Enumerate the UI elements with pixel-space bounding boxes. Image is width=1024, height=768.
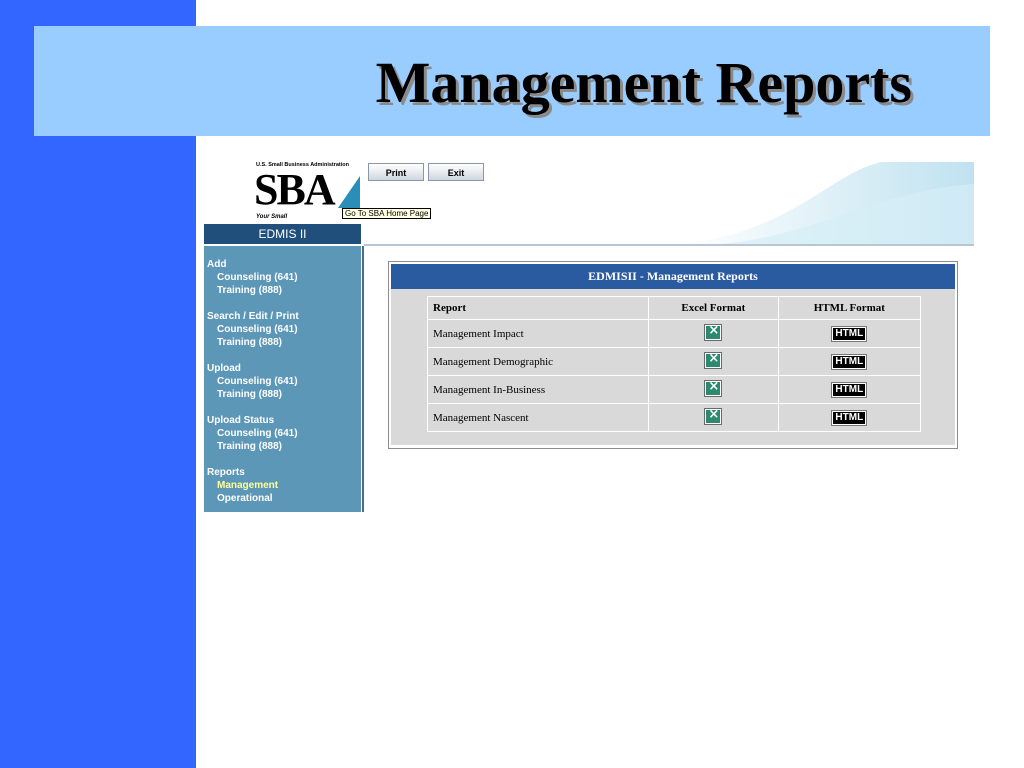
nav-group-upload: Upload Counseling (641) Training (888)	[207, 362, 299, 401]
nav-link-management[interactable]: Management	[207, 479, 299, 492]
slide-title: Management Reports	[375, 50, 912, 115]
header-excel: Excel Format	[648, 296, 779, 320]
nav-link-upload-counseling[interactable]: Counseling (641)	[207, 375, 299, 388]
report-name: Management Nascent	[427, 403, 649, 432]
table-row: Management Impact HTML	[427, 319, 922, 348]
header-swoosh-graphic	[682, 162, 974, 244]
reports-table: Report Excel Format HTML Format Manageme…	[427, 296, 922, 432]
management-reports-panel: EDMISII - Management Reports Report Exce…	[388, 261, 958, 449]
excel-icon[interactable]	[705, 351, 722, 368]
header-divider	[364, 244, 974, 246]
html-format-button[interactable]: HTML	[832, 354, 867, 369]
nav-divider	[362, 246, 364, 512]
nav-link-search-training[interactable]: Training (888)	[207, 336, 299, 349]
nav-list: Add Counseling (641) Training (888) Sear…	[207, 258, 299, 518]
exit-button[interactable]: Exit	[428, 163, 484, 181]
logo-tagline: Your Small	[256, 214, 288, 220]
title-banner: Management Reports	[34, 26, 990, 136]
nav-link-status-training[interactable]: Training (888)	[207, 440, 299, 453]
nav-link-upload-training[interactable]: Training (888)	[207, 388, 299, 401]
print-button[interactable]: Print	[368, 163, 424, 181]
logo-text: SBA	[254, 165, 336, 214]
table-row: Management Demographic HTML	[427, 347, 922, 376]
html-cell: HTML	[777, 319, 922, 348]
nav-group-search-edit-print: Search / Edit / Print Counseling (641) T…	[207, 310, 299, 349]
excel-icon[interactable]	[705, 323, 722, 340]
nav-heading: Search / Edit / Print	[207, 311, 299, 322]
nav-group-reports: Reports Management Operational	[207, 466, 299, 505]
html-cell: HTML	[777, 347, 922, 376]
home-page-tooltip: Go To SBA Home Page	[342, 208, 432, 219]
nav-heading: Upload Status	[207, 415, 275, 426]
excel-icon[interactable]	[705, 379, 722, 396]
excel-cell	[648, 403, 779, 432]
logo-triangle-icon	[338, 176, 360, 208]
nav-group-add: Add Counseling (641) Training (888)	[207, 258, 299, 297]
table-row: Management Nascent HTML	[427, 403, 922, 432]
report-name: Management In-Business	[427, 375, 649, 404]
html-cell: HTML	[777, 403, 922, 432]
edmis-app-screenshot: U.S. Small Business Administration SBA Y…	[204, 160, 974, 512]
header-report: Report	[427, 296, 649, 320]
excel-cell	[648, 319, 779, 348]
excel-cell	[648, 375, 779, 404]
excel-icon[interactable]	[705, 407, 722, 424]
sidebar-nav: Add Counseling (641) Training (888) Sear…	[204, 246, 361, 512]
nav-title: EDMIS II	[204, 224, 361, 244]
sba-logo[interactable]: U.S. Small Business Administration SBA Y…	[254, 162, 432, 224]
nav-heading: Add	[207, 259, 227, 270]
nav-link-add-counseling[interactable]: Counseling (641)	[207, 271, 299, 284]
panel-title: EDMISII - Management Reports	[391, 264, 955, 289]
nav-heading: Reports	[207, 467, 245, 478]
table-header-row: Report Excel Format HTML Format	[427, 296, 922, 320]
nav-link-status-counseling[interactable]: Counseling (641)	[207, 427, 299, 440]
nav-link-operational[interactable]: Operational	[207, 492, 299, 505]
html-format-button[interactable]: HTML	[832, 326, 867, 341]
header-html: HTML Format	[777, 296, 922, 320]
nav-link-add-training[interactable]: Training (888)	[207, 284, 299, 297]
report-name: Management Impact	[427, 319, 649, 348]
panel-body: Report Excel Format HTML Format Manageme…	[391, 289, 955, 445]
html-cell: HTML	[777, 375, 922, 404]
report-name: Management Demographic	[427, 347, 649, 376]
excel-cell	[648, 347, 779, 376]
html-format-button[interactable]: HTML	[832, 382, 867, 397]
nav-heading: Upload	[207, 363, 241, 374]
html-format-button[interactable]: HTML	[832, 410, 867, 425]
nav-group-upload-status: Upload Status Counseling (641) Training …	[207, 414, 299, 453]
table-row: Management In-Business HTML	[427, 375, 922, 404]
nav-link-search-counseling[interactable]: Counseling (641)	[207, 323, 299, 336]
